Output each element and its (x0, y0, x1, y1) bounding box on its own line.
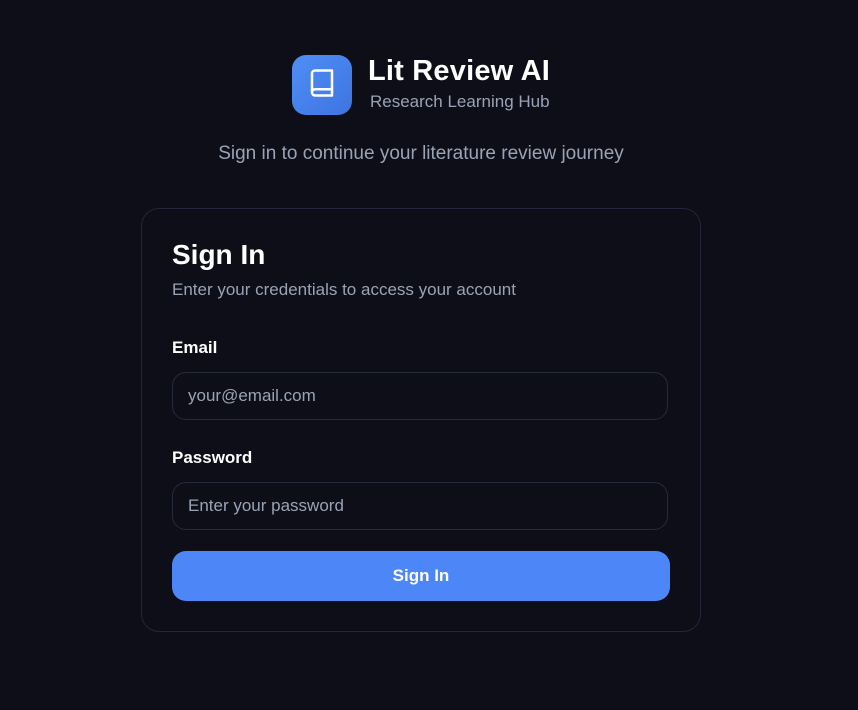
signin-subtitle: Enter your credentials to access your ac… (172, 280, 516, 299)
signin-title: Sign In (172, 239, 266, 270)
password-label: Password (172, 448, 253, 467)
brand-header: Lit Review AI Research Learning Hub (292, 55, 550, 115)
email-field[interactable] (172, 372, 668, 420)
book-icon (307, 68, 337, 103)
sign-in-button[interactable]: Sign In (172, 551, 670, 601)
app-subtitle: Research Learning Hub (370, 91, 550, 111)
email-label: Email (172, 338, 218, 357)
app-title: Lit Review AI (368, 54, 551, 87)
brand-text: Lit Review AI Research Learning Hub (368, 54, 550, 113)
logo (292, 55, 352, 115)
signin-card: Sign In Enter your credentials to access… (141, 208, 701, 632)
tagline: Sign in to continue your literature revi… (218, 143, 624, 164)
password-field[interactable] (172, 482, 668, 530)
